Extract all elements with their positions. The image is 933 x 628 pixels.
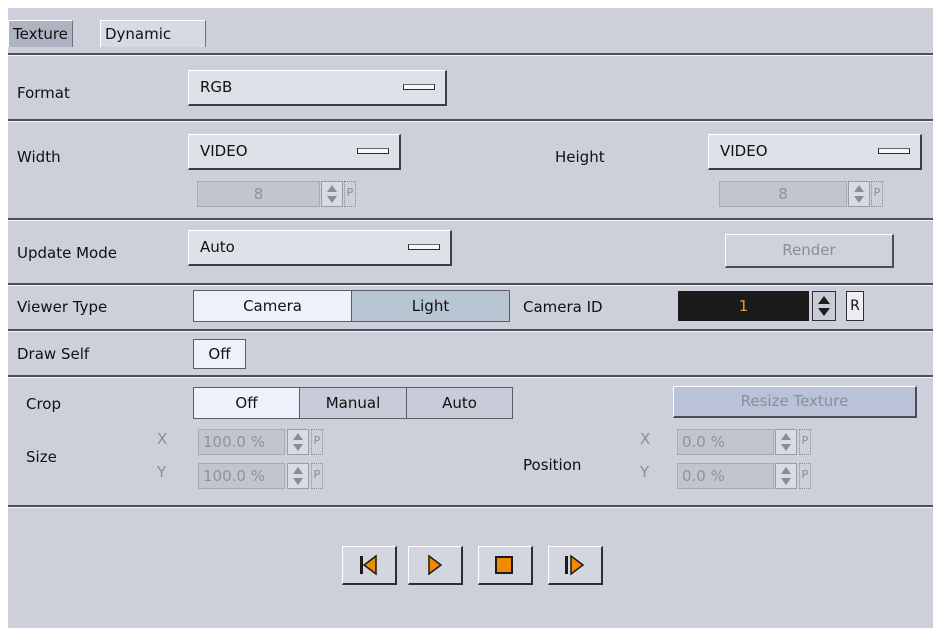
step-forward-button[interactable] (548, 546, 603, 585)
format-label: Format (17, 84, 70, 102)
stop-icon (495, 556, 513, 574)
crop-manual[interactable]: Manual (299, 387, 407, 419)
position-y-axis-label: Y (640, 463, 650, 481)
update-mode-value: Auto (200, 238, 235, 256)
position-y-p-button[interactable]: P (799, 463, 811, 489)
format-dropdown[interactable]: RGB (188, 70, 447, 106)
height-dropdown[interactable]: VIDEO (708, 134, 922, 170)
camera-id-reset-button[interactable]: R (846, 291, 864, 321)
divider (8, 218, 933, 221)
height-value: VIDEO (720, 142, 768, 160)
position-x-axis-label: X (640, 430, 651, 448)
crop-auto[interactable]: Auto (406, 387, 513, 419)
width-label: Width (17, 148, 61, 166)
camera-id-spin-icon[interactable] (812, 291, 836, 321)
size-label: Size (26, 448, 57, 466)
update-mode-label: Update Mode (17, 244, 117, 262)
camera-id-field[interactable]: 1 (678, 291, 809, 321)
crop-off[interactable]: Off (193, 387, 300, 419)
resize-texture-button[interactable]: Resize Texture (673, 386, 917, 418)
divider (8, 505, 933, 508)
position-x-field[interactable]: 0.0 % (677, 429, 774, 455)
skip-to-start-button[interactable] (342, 546, 397, 585)
stop-button[interactable] (478, 546, 533, 585)
dropdown-bar-icon (403, 84, 435, 90)
play-icon (428, 554, 443, 576)
width-spin-icon[interactable] (321, 181, 343, 207)
skip-to-start-icon (360, 554, 377, 576)
viewer-type-camera[interactable]: Camera (193, 290, 352, 322)
size-y-field[interactable]: 100.0 % (198, 463, 285, 489)
viewer-type-light[interactable]: Light (351, 290, 510, 322)
dropdown-bar-icon (357, 148, 389, 154)
size-y-axis-label: Y (157, 463, 167, 481)
texture-editor-panel: Texture Dynamic Format RGB Width VIDEO 8… (8, 8, 933, 628)
position-x-spin-icon[interactable] (775, 429, 797, 455)
divider (8, 375, 933, 378)
position-x-p-button[interactable]: P (799, 429, 811, 455)
position-y-spin-icon[interactable] (775, 463, 797, 489)
width-dropdown[interactable]: VIDEO (188, 134, 401, 170)
crop-label: Crop (26, 395, 62, 413)
width-value: VIDEO (200, 142, 248, 160)
update-mode-dropdown[interactable]: Auto (188, 230, 452, 266)
position-label: Position (523, 456, 582, 474)
size-x-spin-icon[interactable] (287, 429, 309, 455)
width-number-field[interactable]: 8 (197, 181, 320, 207)
position-y-field[interactable]: 0.0 % (677, 463, 774, 489)
camera-id-label: Camera ID (523, 298, 603, 316)
dropdown-bar-icon (878, 148, 910, 154)
divider (8, 53, 933, 56)
tab-texture[interactable]: Texture (8, 20, 73, 47)
draw-self-toggle[interactable]: Off (193, 339, 246, 369)
size-y-p-button[interactable]: P (311, 463, 323, 489)
size-y-spin-icon[interactable] (287, 463, 309, 489)
height-p-button[interactable]: P (871, 181, 883, 207)
render-button[interactable]: Render (725, 234, 894, 268)
divider (8, 329, 933, 332)
step-forward-icon (565, 554, 585, 576)
draw-self-label: Draw Self (17, 345, 90, 363)
height-spin-icon[interactable] (848, 181, 870, 207)
tab-dynamic[interactable]: Dynamic (100, 20, 206, 47)
height-label: Height (555, 148, 605, 166)
tab-texture-label: Texture (13, 25, 68, 43)
size-x-field[interactable]: 100.0 % (198, 429, 285, 455)
play-button[interactable] (408, 546, 463, 585)
divider (8, 119, 933, 122)
size-x-p-button[interactable]: P (311, 429, 323, 455)
dropdown-bar-icon (408, 244, 440, 250)
divider (8, 283, 933, 286)
size-x-axis-label: X (157, 430, 168, 448)
tab-dynamic-label: Dynamic (105, 25, 172, 43)
viewer-type-label: Viewer Type (17, 298, 108, 316)
height-number-field[interactable]: 8 (719, 181, 847, 207)
width-p-button[interactable]: P (344, 181, 356, 207)
format-value: RGB (200, 78, 233, 96)
